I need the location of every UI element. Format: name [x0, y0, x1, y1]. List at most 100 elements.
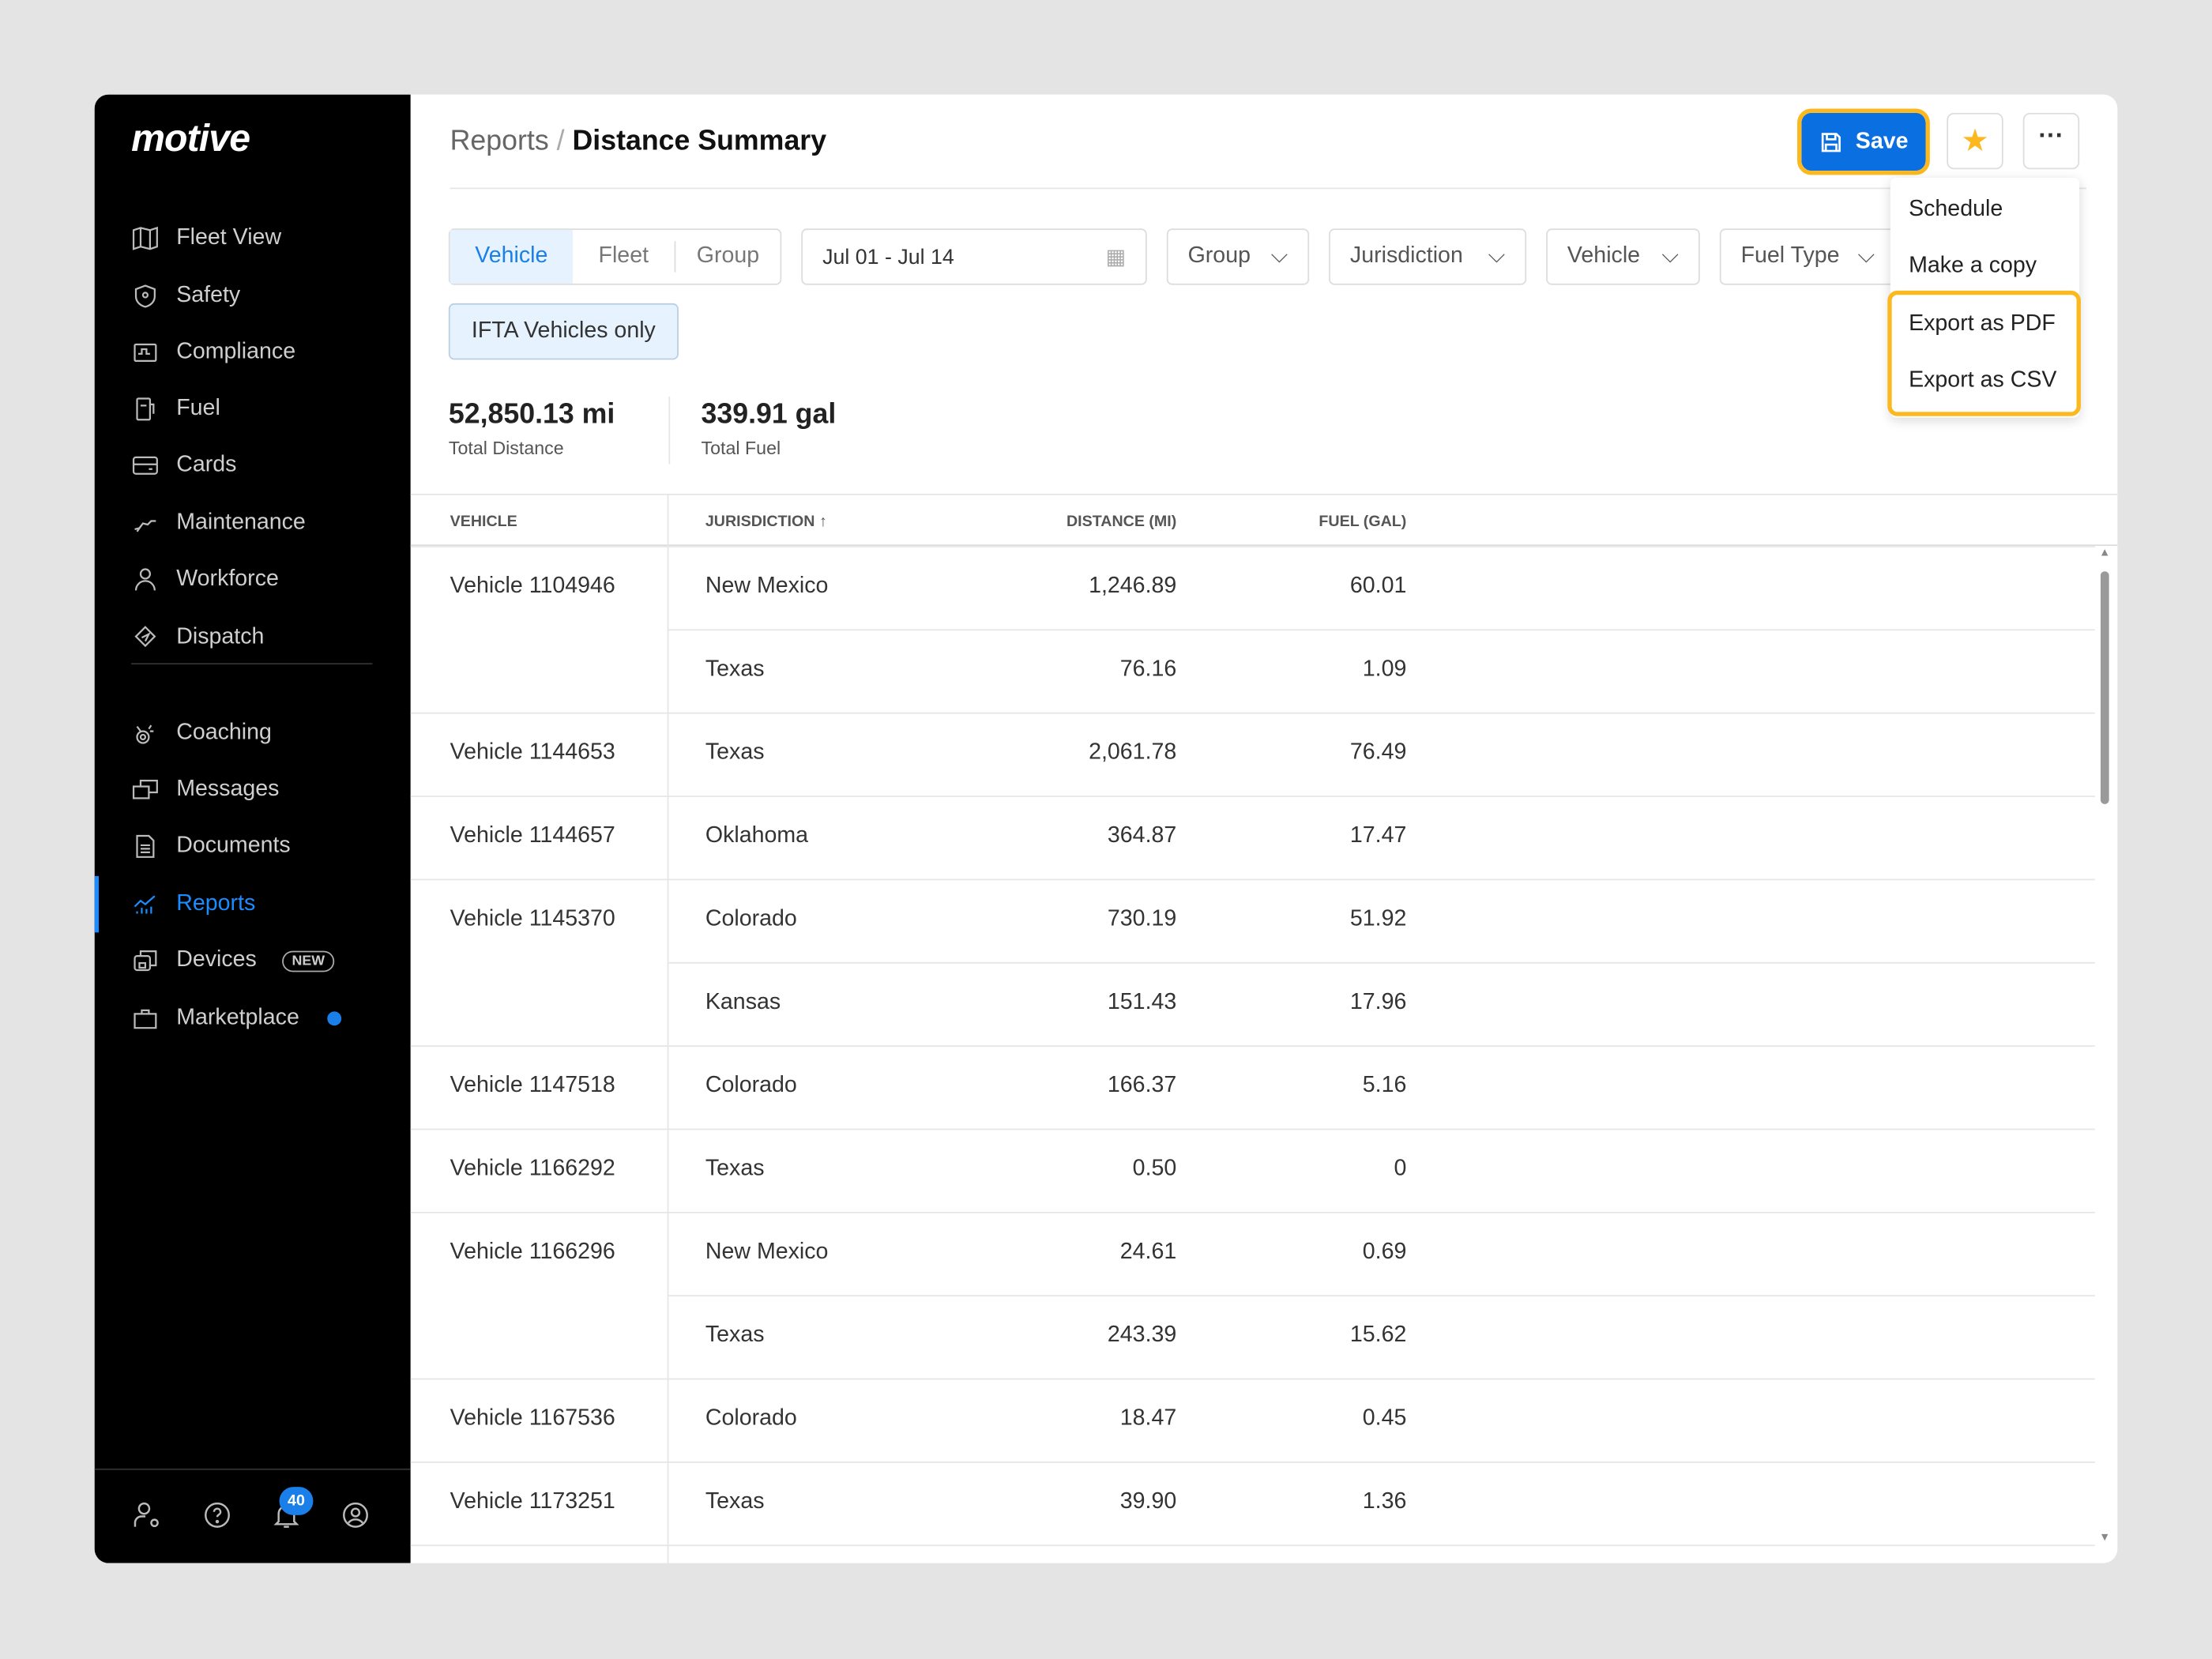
sidebar-item-devices[interactable]: Devices NEW: [131, 939, 399, 982]
distance-cell: 243.39: [1107, 1322, 1177, 1348]
sidebar-item-messages[interactable]: Messages: [131, 769, 399, 811]
more-options-button[interactable]: ···: [2022, 112, 2080, 170]
fuel-cell: 51.92: [1349, 907, 1407, 931]
table-row[interactable]: Texas 76.16 1.09: [411, 629, 2095, 712]
segment-fleet[interactable]: Fleet: [573, 230, 675, 284]
account-icon[interactable]: [340, 1499, 374, 1533]
table-row[interactable]: Vehicle 1144657 Oklahoma 364.87 17.47: [410, 796, 2095, 878]
menu-item-make-copy[interactable]: Make a copy: [1909, 254, 2037, 279]
vehicle-cell[interactable]: Vehicle 1145370: [450, 907, 615, 932]
sidebar-item-marketplace[interactable]: Marketplace: [131, 997, 399, 1040]
export-options-highlight: [1887, 290, 2081, 416]
save-label: Save: [1855, 129, 1909, 153]
sidebar-item-label: Reports: [176, 891, 256, 916]
vehicle-cell[interactable]: Vehicle 1166296: [450, 1240, 615, 1266]
table-scrollbar[interactable]: ▲ ▼: [2097, 546, 2112, 1562]
segment-vehicle[interactable]: Vehicle: [450, 230, 573, 284]
sidebar-item-maintenance[interactable]: Maintenance: [131, 502, 399, 545]
table-row[interactable]: Texas 243.39 15.62: [411, 1295, 2095, 1378]
total-fuel-label: Total Fuel: [701, 437, 781, 459]
header-distance[interactable]: DISTANCE (MI): [1066, 514, 1176, 530]
calendar-icon: ▦: [1105, 245, 1126, 270]
scrollbar-thumb[interactable]: [2100, 571, 2109, 804]
sidebar-item-dispatch[interactable]: Dispatch: [131, 616, 399, 659]
header-vehicle[interactable]: VEHICLE: [450, 514, 517, 530]
total-distance-label: Total Distance: [448, 437, 564, 459]
fuel-type-dropdown[interactable]: Fuel Type ⌵: [1719, 228, 1896, 285]
vehicle-cell[interactable]: Vehicle 1104946: [450, 574, 615, 600]
star-icon: ★: [1961, 122, 1989, 158]
scroll-down-arrow-icon[interactable]: ▼: [2099, 1530, 2110, 1543]
compliance-icon: [134, 343, 157, 362]
marketplace-indicator-dot: [327, 1011, 342, 1026]
table-row[interactable]: Vehicle 1166292 Texas 0.50 0: [410, 1128, 2095, 1212]
vehicle-cell[interactable]: Vehicle 1144657: [450, 824, 615, 849]
vehicle-cell[interactable]: Vehicle 1173251: [450, 1490, 615, 1515]
motive-logo[interactable]: motive: [131, 117, 250, 160]
vehicle-cell[interactable]: Vehicle 1144653: [450, 740, 615, 766]
distance-cell: 166.37: [1107, 1073, 1177, 1098]
dispatch-icon: [134, 626, 156, 648]
table-row[interactable]: Vehicle 1167536 Colorado 18.47 0.45: [410, 1378, 2095, 1462]
ifta-vehicles-only-toggle[interactable]: IFTA Vehicles only: [448, 303, 679, 360]
table-row[interactable]: Vehicle 1144653 Texas 2,061.78 76.49: [410, 712, 2095, 796]
table-row[interactable]: Vehicle 1173251 Texas 39.90 1.36: [410, 1461, 2095, 1544]
sidebar-item-label: Dispatch: [176, 625, 265, 649]
header-jurisdiction[interactable]: JURISDICTION ↑: [705, 514, 827, 530]
sidebar-item-cards[interactable]: Cards: [131, 444, 399, 487]
header-fuel[interactable]: FUEL (GAL): [1319, 514, 1406, 530]
favorite-button[interactable]: ★: [1947, 112, 2003, 170]
distance-cell: 0.50: [1132, 1157, 1177, 1181]
scroll-up-arrow-icon[interactable]: ▲: [2099, 546, 2110, 559]
sidebar-item-workforce[interactable]: Workforce: [131, 559, 399, 601]
vehicle-cell[interactable]: Vehicle 1147518: [450, 1074, 615, 1099]
jurisdiction-cell: New Mexico: [705, 574, 829, 599]
messages-icon: [132, 779, 158, 799]
table-row[interactable]: Vehicle 1104946 New Mexico 1,246.89 60.0…: [410, 546, 2095, 629]
date-range-picker[interactable]: Jul 01 - Jul 14 ▦: [801, 228, 1147, 285]
group-dropdown[interactable]: Group ⌵: [1166, 228, 1310, 285]
help-icon[interactable]: [201, 1499, 235, 1533]
person-icon: [134, 568, 156, 591]
sidebar-item-compliance[interactable]: Compliance: [131, 332, 399, 374]
sidebar-item-label: Safety: [176, 283, 241, 308]
menu-item-schedule[interactable]: Schedule: [1909, 198, 2003, 223]
sidebar-item-safety[interactable]: Safety: [131, 275, 399, 318]
sidebar-item-documents[interactable]: Documents: [131, 826, 399, 868]
sidebar: motive Fleet View Safety Compliance Fuel Car…: [94, 94, 411, 1563]
distance-cell: 364.87: [1107, 823, 1177, 848]
fuel-cell: 5.16: [1362, 1073, 1407, 1098]
table-row[interactable]: Vehicle 1166296 New Mexico 24.61 0.69: [410, 1211, 2095, 1295]
jurisdiction-cell: Colorado: [705, 1073, 797, 1098]
breadcrumb-separator: /: [556, 125, 565, 157]
sidebar-item-label: Workforce: [176, 566, 279, 592]
view-segmented-control: Vehicle Fleet Group: [448, 228, 782, 285]
table-row[interactable]: Kansas 151.43 17.96: [411, 961, 2095, 1045]
user-settings-icon[interactable]: [131, 1499, 165, 1533]
document-icon: [136, 834, 155, 858]
sidebar-item-fuel[interactable]: Fuel: [131, 388, 399, 431]
jurisdiction-cell: Texas: [705, 740, 765, 765]
table-row[interactable]: Vehicle 1145370 Colorado 730.19 51.92: [410, 878, 2095, 961]
total-distance-value: 52,850.13 mi: [448, 399, 615, 431]
sidebar-item-label: Fuel: [176, 396, 220, 421]
segment-group[interactable]: Group: [674, 241, 781, 273]
active-indicator: [94, 875, 99, 933]
distance-cell: 24.61: [1119, 1240, 1177, 1264]
card-icon: [132, 456, 158, 475]
jurisdiction-cell: New Mexico: [705, 1240, 829, 1264]
sidebar-item-reports[interactable]: Reports: [131, 883, 399, 926]
vehicle-dropdown[interactable]: Vehicle ⌵: [1546, 228, 1700, 285]
vehicle-dropdown-label: Vehicle: [1567, 243, 1641, 269]
sidebar-item-fleet-view[interactable]: Fleet View: [131, 217, 399, 260]
table-row[interactable]: Vehicle 1147518 Colorado 166.37 5.16: [410, 1045, 2095, 1128]
jurisdiction-dropdown[interactable]: Jurisdiction ⌵: [1329, 228, 1527, 285]
group-dropdown-label: Group: [1187, 243, 1251, 269]
sidebar-item-coaching[interactable]: Coaching: [131, 713, 399, 755]
vehicle-cell[interactable]: Vehicle 1166292: [450, 1157, 615, 1182]
breadcrumb-reports-link[interactable]: Reports: [450, 126, 549, 156]
wrench-icon: [134, 520, 156, 532]
vehicle-cell[interactable]: Vehicle 1167536: [450, 1406, 615, 1431]
save-button[interactable]: Save: [1796, 108, 1930, 175]
breadcrumb: Reports / Distance Summary: [450, 126, 826, 158]
